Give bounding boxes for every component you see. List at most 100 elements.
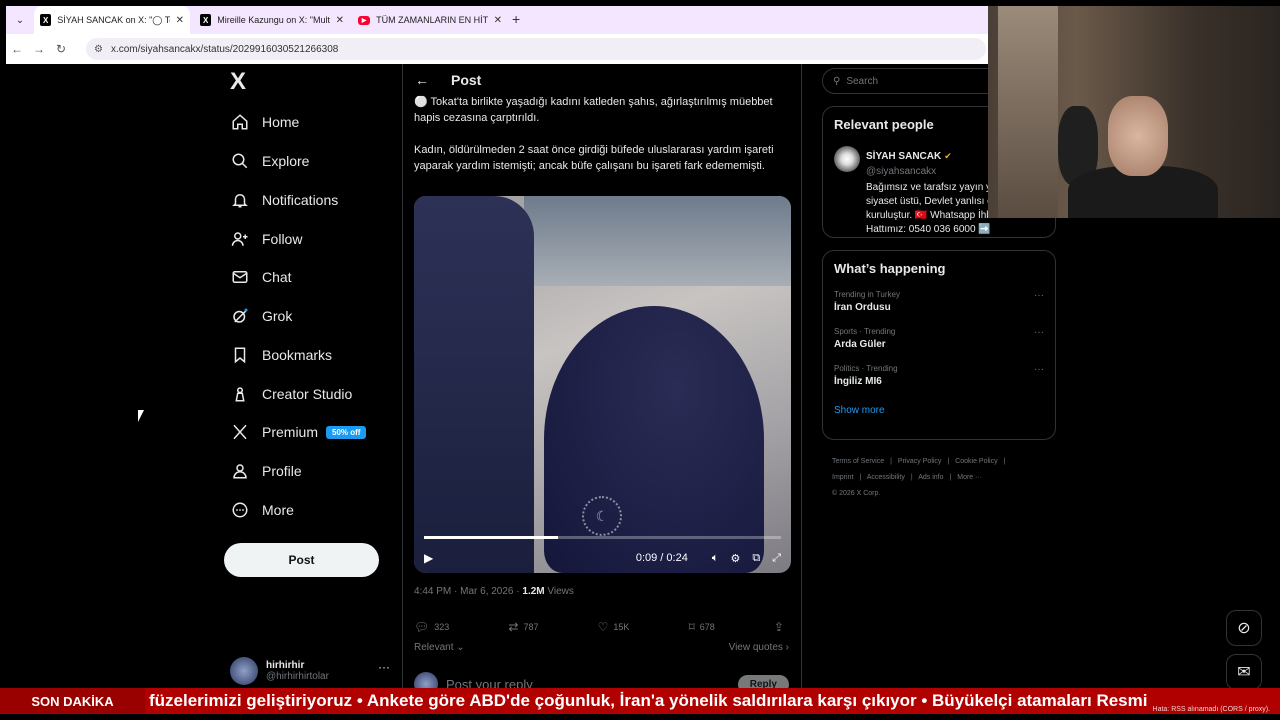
more-horizontal-icon[interactable]: ···: [378, 660, 390, 674]
sidebar-item-label: Chat: [262, 269, 292, 285]
footer-link[interactable]: Ads info: [918, 474, 943, 481]
tab-1[interactable]: X SİYAH SANCAK on X: "◯ Tokat ✕: [34, 6, 190, 34]
account-switcher[interactable]: hirhirhir @hirhirhirtolar ···: [230, 654, 390, 688]
share-button[interactable]: ⇪: [774, 620, 789, 634]
trend-item[interactable]: Politics · Trending İngiliz MI6 ···: [834, 364, 1044, 387]
sidebar-item-home[interactable]: Home: [230, 108, 299, 136]
page-title: Post: [451, 72, 482, 88]
trend-item[interactable]: Trending in Turkey İran Ordusu ···: [834, 290, 1044, 313]
video-player[interactable]: ☾ ▶ 0:09 / 0:24 🔈︎ ⚙ ⧉ ⤢: [414, 196, 791, 573]
ticker-error: Hata: RSS alınamadı (CORS / proxy).: [1152, 706, 1270, 713]
avatar: [230, 657, 258, 685]
more-horizontal-icon[interactable]: ···: [1034, 364, 1044, 375]
views-label: Views: [544, 586, 574, 597]
browser-window: ⌄ X SİYAH SANCAK on X: "◯ Tokat ✕ X Mire…: [6, 6, 988, 64]
tab-3[interactable]: ▶ TÜM ZAMANLARIN EN HİT ŞAR ✕: [352, 6, 508, 34]
crescent-star-watermark-icon: ☾: [582, 496, 622, 536]
close-icon[interactable]: ✕: [176, 15, 184, 26]
tweet-actions: 💬︎ 323 ⇄ 787 ♡ 15K ⌑ 678 ⇪: [414, 620, 789, 634]
trend-context: Politics · Trending: [834, 364, 898, 373]
sort-dropdown[interactable]: Relevant ⌄: [414, 642, 465, 653]
webcam-figure: [1108, 96, 1168, 176]
footer-link[interactable]: Cookie Policy: [955, 458, 997, 465]
more-horizontal-icon[interactable]: ···: [1034, 327, 1044, 338]
sidebar-item-creator-studio[interactable]: Creator Studio: [230, 380, 352, 408]
back-arrow-icon[interactable]: ←: [415, 72, 435, 88]
video-time: 0:09 / 0:24: [635, 552, 688, 564]
sidebar-item-explore[interactable]: Explore: [230, 147, 309, 175]
tab-search-icon[interactable]: ⌄: [10, 10, 30, 30]
grok-icon[interactable]: ⊘: [1226, 610, 1262, 646]
sidebar-item-premium[interactable]: Premium 50% off: [230, 418, 367, 446]
reply-sort-row: Relevant ⌄ View quotes ›: [414, 642, 789, 653]
tweet-paragraph: ⚪ Tokat'ta birlikte yaşadığı kadını katl…: [414, 96, 773, 124]
close-icon[interactable]: ✕: [494, 15, 502, 26]
sidebar-item-label: Follow: [262, 231, 303, 247]
footer-separator: |: [890, 458, 892, 465]
footer-link[interactable]: Accessibility: [867, 474, 905, 481]
tab-title: Mireille Kazungu on X: "Multifu: [217, 15, 330, 25]
footer-separator: |: [910, 474, 913, 481]
trend-item[interactable]: Sports · Trending Arda Güler ···: [834, 327, 1044, 350]
reload-icon[interactable]: ↻: [50, 42, 72, 56]
tweet-timestamp[interactable]: 4:44 PM · Mar 6, 2026 ·: [414, 586, 522, 597]
sidebar-item-more[interactable]: More: [230, 496, 294, 524]
site-info-icon[interactable]: ⚙: [94, 44, 103, 55]
more-horizontal-icon[interactable]: ···: [1034, 290, 1044, 301]
picture-in-picture-icon[interactable]: ⧉: [752, 552, 760, 565]
bookmark-button[interactable]: ⌑ 678: [689, 620, 715, 634]
sidebar-item-notifications[interactable]: Notifications: [230, 186, 338, 214]
bottom-strip: [0, 714, 1280, 720]
sidebar-item-bookmarks[interactable]: Bookmarks: [230, 341, 332, 369]
volume-icon[interactable]: 🔈︎: [712, 552, 719, 565]
forward-arrow-icon[interactable]: →: [28, 42, 50, 56]
home-icon: [230, 112, 250, 132]
back-arrow-icon[interactable]: ←: [6, 42, 28, 56]
url-text: x.com/siyahsancakx/status/20299160305212…: [110, 43, 339, 55]
new-tab-button[interactable]: +: [512, 11, 520, 27]
sidebar-item-label: Premium: [262, 424, 319, 440]
like-button[interactable]: ♡ 15K: [598, 620, 630, 634]
fullscreen-icon[interactable]: ⤢: [772, 552, 781, 565]
sidebar-item-label: Bookmarks: [262, 347, 333, 363]
bookmark-count: 678: [699, 622, 715, 632]
discount-badge: 50% off: [326, 425, 367, 439]
trend-context: Sports · Trending: [834, 327, 896, 336]
x-logo-icon[interactable]: X: [230, 70, 254, 94]
sidebar-item-label: Notifications: [262, 192, 339, 208]
footer-link[interactable]: Privacy Policy: [898, 458, 942, 465]
footer-link[interactable]: Imprint: [832, 474, 853, 481]
view-quotes-link[interactable]: View quotes ›: [729, 642, 789, 653]
views-count: 1.2M: [522, 586, 545, 597]
video-progress-bar[interactable]: [424, 536, 781, 539]
webcam-background: [998, 6, 1058, 218]
footer-link[interactable]: Terms of Service: [832, 458, 884, 465]
mail-icon[interactable]: ✉: [1226, 654, 1262, 690]
settings-icon[interactable]: ⚙: [730, 552, 740, 565]
tweet-body: ⚪ Tokat'ta birlikte yaşadığı kadını katl…: [414, 94, 784, 190]
avatar: [834, 146, 860, 172]
sidebar-item-chat[interactable]: Chat: [230, 263, 292, 291]
news-ticker: SON DAKİKA füzelerimizi geliştiriyoruz •…: [0, 688, 1280, 714]
mouse-cursor: [138, 410, 144, 422]
sidebar-item-profile[interactable]: Profile: [230, 457, 302, 485]
ticker-label: SON DAKİKA: [0, 688, 145, 714]
tab-2[interactable]: X Mireille Kazungu on X: "Multifu ✕: [194, 6, 350, 34]
close-icon[interactable]: ✕: [336, 15, 344, 26]
youtube-logo-icon: ▶: [358, 15, 371, 25]
play-icon[interactable]: ▶: [424, 551, 433, 565]
tab-title: TÜM ZAMANLARIN EN HİT ŞAR: [376, 15, 488, 25]
sidebar-item-follow[interactable]: Follow: [230, 225, 302, 253]
footer-separator: |: [1003, 458, 1006, 465]
reply-button[interactable]: 💬︎ 323: [414, 620, 449, 634]
post-button[interactable]: Post: [224, 543, 379, 577]
video-controls: ▶ 0:09 / 0:24 🔈︎ ⚙ ⧉ ⤢: [414, 543, 791, 573]
sidebar-item-label: Grok: [262, 308, 293, 324]
post-header: ← Post: [403, 64, 801, 96]
footer-link[interactable]: More ···: [957, 474, 982, 481]
address-bar[interactable]: ⚙ x.com/siyahsancakx/status/202991603052…: [86, 38, 986, 60]
repost-button[interactable]: ⇄ 787: [508, 620, 538, 634]
sidebar-item-grok[interactable]: Grok: [230, 302, 292, 330]
show-more-link[interactable]: Show more: [834, 405, 1044, 416]
trend-context: Trending in Turkey: [834, 290, 900, 299]
